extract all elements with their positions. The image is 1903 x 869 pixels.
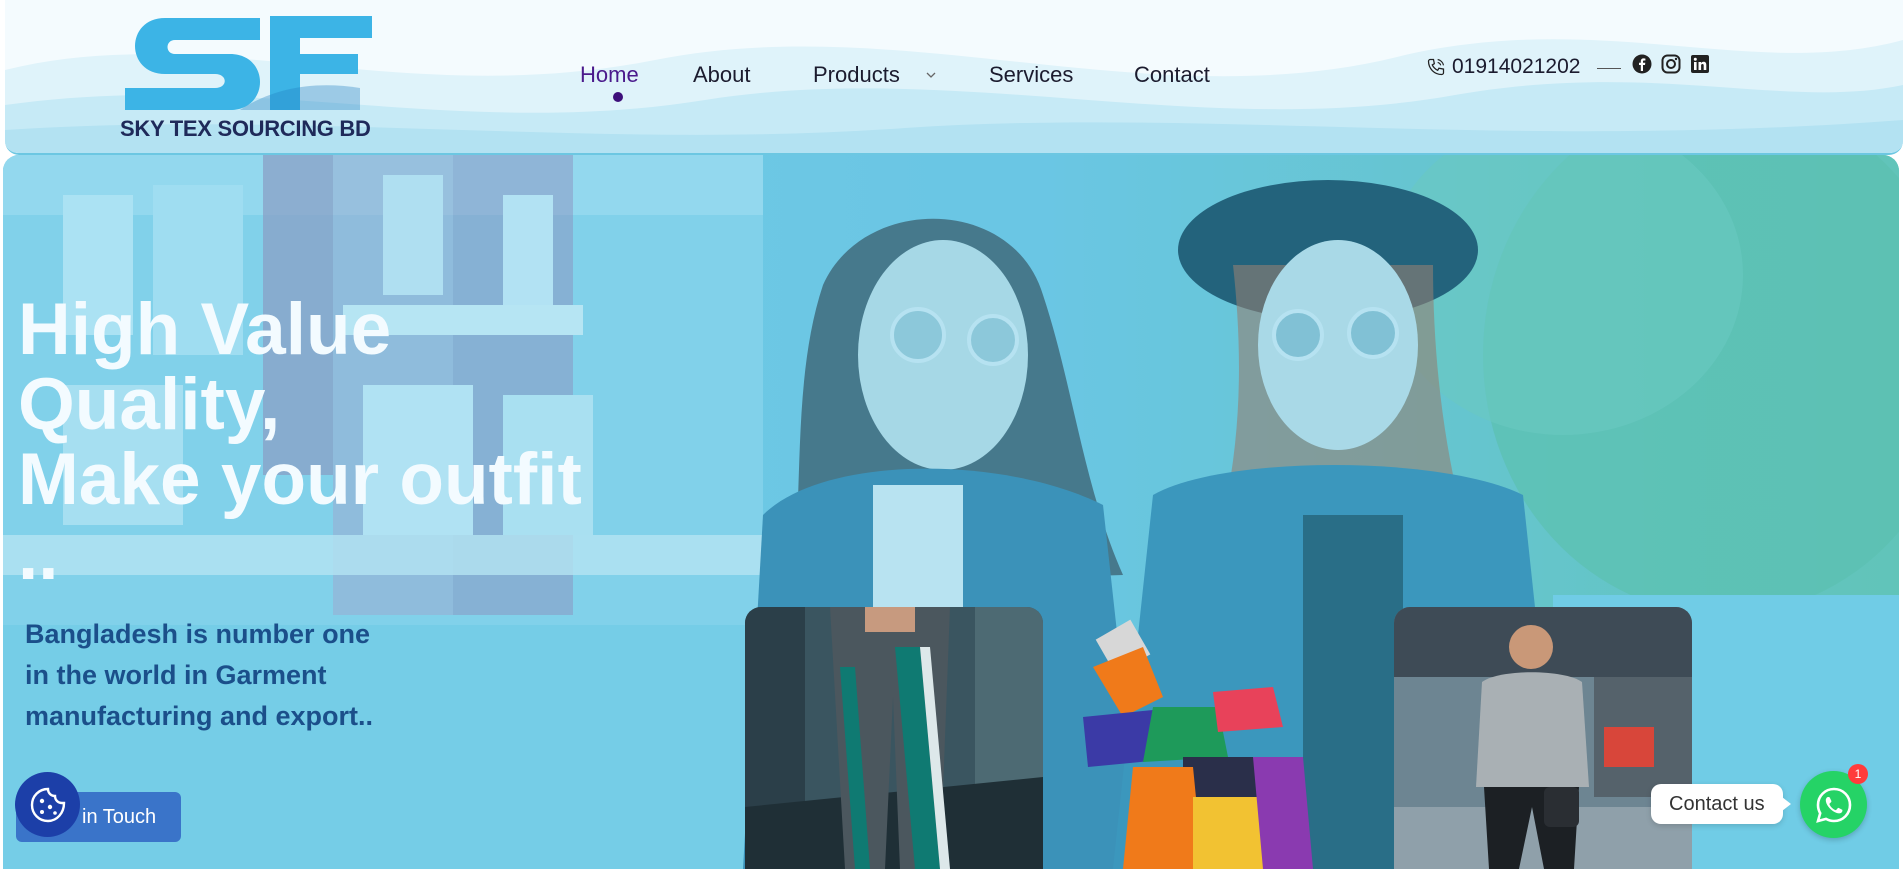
product-image-pants[interactable] [745,607,1043,869]
active-indicator [613,92,623,102]
headline-line-3: Make your outfit [18,439,582,520]
phone-number: 01914021202 [1452,55,1581,78]
headline-line-4: .. [18,514,59,595]
notification-badge: 1 [1848,764,1868,784]
subline-line-1: Bangladesh is number one [25,619,371,649]
hero-section: High Value Quality, Make your outfit .. … [3,155,1899,869]
hero-headline: High Value Quality, Make your outfit .. [18,292,718,592]
nav-home[interactable]: Home [580,62,639,88]
nav-about[interactable]: About [693,62,751,88]
cookie-icon [30,787,65,822]
phone-link[interactable]: 01914021202 [1426,55,1580,79]
headline-line-2: Quality, [18,364,281,445]
main-nav: Home About Products Services Contact [5,0,1903,153]
instagram-icon[interactable] [1661,54,1681,74]
tshirts-image [1083,619,1313,869]
phone-icon [1427,58,1445,76]
product-image-sweatshirt[interactable] [1394,607,1692,869]
subline-line-2: in the world in Garment [25,660,327,690]
site-header: SKY TEX SOURCING BD Home About Products … [5,0,1903,155]
linkedin-icon[interactable] [1690,54,1710,74]
cookie-settings-button[interactable] [15,772,80,837]
headline-line-1: High Value [18,289,392,370]
pants-image [745,607,1043,869]
facebook-icon[interactable] [1632,54,1652,74]
nav-services[interactable]: Services [989,62,1073,88]
sweatshirt-image [1394,607,1692,869]
nav-contact[interactable]: Contact [1134,62,1210,88]
product-image-tshirts[interactable] [1043,607,1341,869]
hero-subheadline: Bangladesh is number one in the world in… [25,614,445,737]
contact-us-label[interactable]: Contact us [1651,784,1791,824]
divider [1597,68,1621,69]
chevron-down-icon[interactable] [924,68,938,82]
subline-line-3: manufacturing and export.. [25,701,374,731]
whatsapp-icon [1815,787,1851,823]
nav-products[interactable]: Products [813,62,900,88]
